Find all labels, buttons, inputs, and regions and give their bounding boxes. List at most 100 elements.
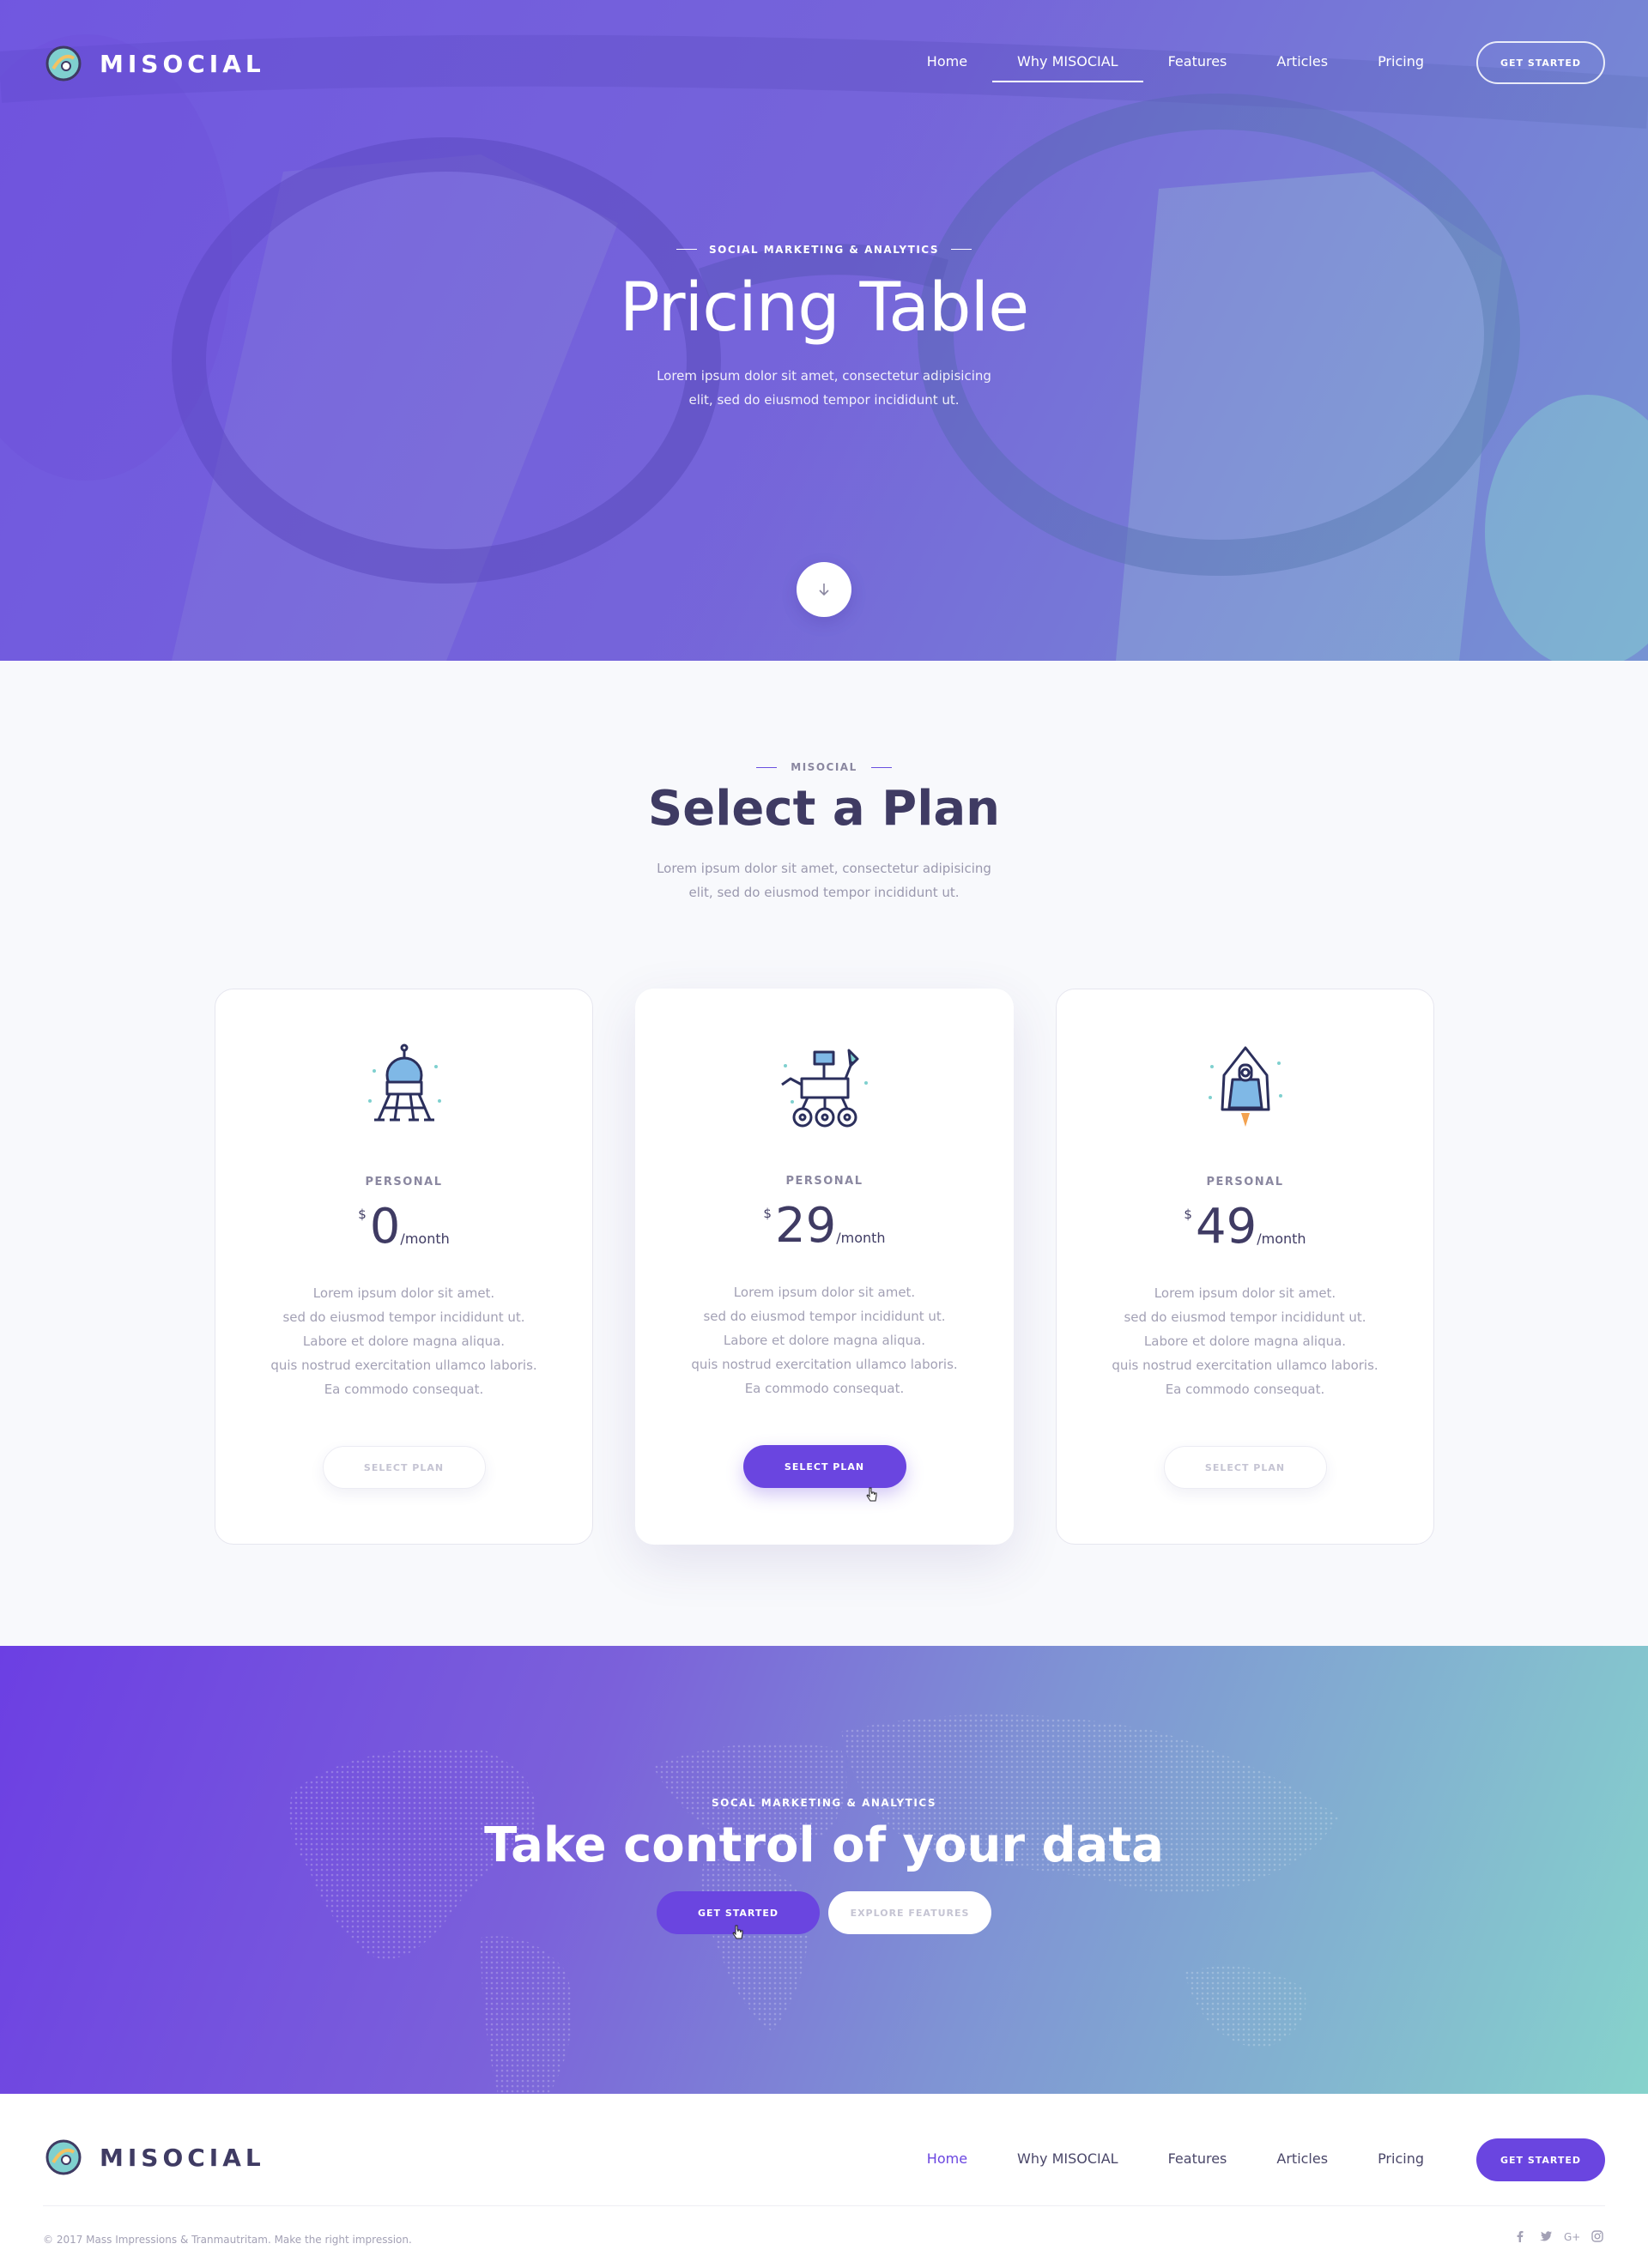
hero-section: MISOCIAL Home Why MISOCIAL Features Arti… bbox=[0, 0, 1648, 661]
plan-name: PERSONAL bbox=[785, 1175, 863, 1188]
plan-feature: quis nostrud exercitation ullamco labori… bbox=[270, 1358, 537, 1373]
brand-logo[interactable]: MISOCIAL bbox=[43, 43, 265, 84]
footer-menu: Home Why MISOCIAL Features Articles Pric… bbox=[901, 2149, 1449, 2180]
nav-features[interactable]: Features bbox=[1143, 51, 1252, 82]
nav-why-misocial[interactable]: Why MISOCIAL bbox=[992, 51, 1143, 82]
plan-feature: sed do eiusmod tempor incididunt ut. bbox=[282, 1309, 525, 1325]
price-currency: $ bbox=[1184, 1207, 1192, 1222]
google-plus-icon[interactable]: G+ bbox=[1564, 2229, 1579, 2244]
plan-name: PERSONAL bbox=[365, 1176, 443, 1188]
pricing-subtitle-line-1: Lorem ipsum dolor sit amet, consectetur … bbox=[657, 861, 991, 876]
card-icon-wrap bbox=[215, 1041, 592, 1135]
cta-buttons: GET STARTED EXPLORE FEATURES bbox=[0, 1891, 1648, 1934]
pricing-eyebrow-text: MISOCIAL bbox=[791, 761, 857, 773]
plan-price: $ 49 /month bbox=[1057, 1200, 1433, 1255]
scroll-down-button[interactable] bbox=[797, 562, 851, 617]
pricing-subtitle: Lorem ipsum dolor sit amet, consectetur … bbox=[0, 856, 1648, 904]
pricing-title: Select a Plan bbox=[647, 781, 1001, 837]
plan-price: $ 0 /month bbox=[215, 1200, 592, 1255]
cta-eyebrow: SOCAL MARKETING & ANALYTICS bbox=[712, 1797, 936, 1809]
footer-nav-home[interactable]: Home bbox=[901, 2149, 993, 2180]
plan-feature: Labore et dolore magna aliqua. bbox=[1143, 1334, 1347, 1349]
hero-eyebrow: SOCIAL MARKETING & ANALYTICS bbox=[676, 244, 972, 256]
hero-eyebrow-text: SOCIAL MARKETING & ANALYTICS bbox=[709, 243, 939, 256]
plan-features: Lorem ipsum dolor sit amet. sed do eiusm… bbox=[215, 1281, 592, 1401]
plan-feature: Ea commodo consequat. bbox=[744, 1381, 905, 1396]
copyright-text: © 2017 Mass Impressions & Tranmautritam.… bbox=[43, 2234, 412, 2246]
svg-text:G+: G+ bbox=[1564, 2231, 1579, 2241]
brand-logo-icon bbox=[45, 2139, 82, 2175]
main-menu: Home Why MISOCIAL Features Articles Pric… bbox=[902, 51, 1449, 82]
footer: MISOCIAL Home Why MISOCIAL Features Arti… bbox=[0, 2094, 1648, 2268]
footer-nav-pricing[interactable]: Pricing bbox=[1353, 2149, 1449, 2180]
top-navigation: MISOCIAL Home Why MISOCIAL Features Arti… bbox=[0, 0, 1648, 125]
pricing-eyebrow: MISOCIAL bbox=[0, 761, 1648, 773]
price-currency: $ bbox=[358, 1207, 367, 1222]
plan-feature: quis nostrud exercitation ullamco labori… bbox=[691, 1357, 958, 1372]
plan-feature: Ea commodo consequat. bbox=[1165, 1382, 1325, 1397]
arrow-down-icon bbox=[819, 584, 829, 596]
price-period: /month bbox=[400, 1231, 450, 1247]
page-title: Pricing Table bbox=[619, 269, 1029, 347]
plan-price: $ 29 /month bbox=[635, 1199, 1014, 1254]
get-started-button[interactable]: GET STARTED bbox=[1476, 41, 1605, 84]
twitter-icon[interactable] bbox=[1538, 2229, 1554, 2244]
plan-feature: Ea commodo consequat. bbox=[324, 1382, 484, 1397]
card-icon-wrap bbox=[1057, 1041, 1433, 1135]
eyebrow-dash-left bbox=[756, 767, 778, 768]
nav-articles[interactable]: Articles bbox=[1251, 51, 1353, 82]
instagram-icon[interactable] bbox=[1590, 2229, 1605, 2244]
hero-subtitle: Lorem ipsum dolor sit amet, consectetur … bbox=[0, 364, 1648, 412]
pricing-card-pro: PERSONAL $ 49 /month Lorem ipsum dolor s… bbox=[1056, 989, 1434, 1545]
plan-features: Lorem ipsum dolor sit amet. sed do eiusm… bbox=[1057, 1281, 1433, 1401]
footer-divider bbox=[43, 2205, 1605, 2206]
explore-features-button[interactable]: EXPLORE FEATURES bbox=[828, 1891, 991, 1934]
price-period: /month bbox=[1257, 1231, 1306, 1247]
eyebrow-dash-left bbox=[676, 249, 698, 250]
plan-feature: Lorem ipsum dolor sit amet. bbox=[733, 1285, 916, 1300]
footer-nav-features[interactable]: Features bbox=[1143, 2149, 1252, 2180]
footer-nav-why-misocial[interactable]: Why MISOCIAL bbox=[992, 2149, 1143, 2180]
plan-feature: Lorem ipsum dolor sit amet. bbox=[1154, 1285, 1336, 1301]
hero-eyebrow-row: SOCIAL MARKETING & ANALYTICS bbox=[0, 237, 1648, 256]
select-plan-button[interactable]: SELECT PLAN bbox=[1163, 1446, 1327, 1489]
mars-rover-icon bbox=[780, 1049, 868, 1128]
footer-get-started-button[interactable]: GET STARTED bbox=[1476, 2138, 1605, 2181]
price-currency: $ bbox=[763, 1206, 772, 1221]
eyebrow-dash-right bbox=[950, 249, 972, 250]
cta-section: SOCAL MARKETING & ANALYTICS Take control… bbox=[0, 1646, 1648, 2094]
pricing-card-free: PERSONAL $ 0 /month Lorem ipsum dolor si… bbox=[215, 989, 593, 1545]
plan-features: Lorem ipsum dolor sit amet. sed do eiusm… bbox=[635, 1280, 1014, 1400]
nav-home[interactable]: Home bbox=[902, 51, 992, 82]
plan-feature: Labore et dolore magna aliqua. bbox=[723, 1333, 926, 1348]
hand-cursor-icon bbox=[732, 1925, 743, 1939]
plan-feature: quis nostrud exercitation ullamco labori… bbox=[1112, 1358, 1378, 1373]
select-plan-button[interactable]: SELECT PLAN bbox=[742, 1445, 906, 1488]
price-amount: 49 bbox=[1195, 1199, 1257, 1255]
plan-feature: Labore et dolore magna aliqua. bbox=[302, 1334, 506, 1349]
plan-feature: sed do eiusmod tempor incididunt ut. bbox=[1124, 1309, 1366, 1325]
price-period: /month bbox=[836, 1230, 886, 1246]
facebook-icon[interactable] bbox=[1512, 2229, 1528, 2244]
hero-subtitle-line-1: Lorem ipsum dolor sit amet, consectetur … bbox=[657, 368, 991, 384]
hero-subtitle-line-2: elit, sed do eiusmod tempor incididunt u… bbox=[688, 392, 960, 408]
social-links: G+ bbox=[1512, 2229, 1605, 2244]
plan-feature: Lorem ipsum dolor sit amet. bbox=[312, 1285, 495, 1301]
brand-name: MISOCIAL bbox=[100, 2143, 265, 2172]
footer-brand-logo[interactable]: MISOCIAL bbox=[43, 2137, 265, 2178]
lunar-lander-icon bbox=[367, 1043, 441, 1122]
price-amount: 29 bbox=[774, 1198, 837, 1254]
space-capsule-icon bbox=[1208, 1046, 1282, 1127]
price-amount: 0 bbox=[369, 1199, 401, 1255]
pricing-subtitle-line-2: elit, sed do eiusmod tempor incididunt u… bbox=[688, 885, 960, 900]
brand-logo-icon bbox=[45, 45, 82, 82]
pricing-section: MISOCIAL Select a Plan Lorem ipsum dolor… bbox=[0, 661, 1648, 1646]
brand-name: MISOCIAL bbox=[100, 49, 265, 78]
nav-pricing[interactable]: Pricing bbox=[1353, 51, 1449, 82]
plan-name: PERSONAL bbox=[1206, 1176, 1284, 1188]
footer-nav-articles[interactable]: Articles bbox=[1251, 2149, 1353, 2180]
pricing-card-featured: PERSONAL $ 29 /month Lorem ipsum dolor s… bbox=[635, 989, 1014, 1545]
select-plan-button[interactable]: SELECT PLAN bbox=[322, 1446, 486, 1489]
card-icon-wrap bbox=[635, 1040, 1014, 1134]
cta-title: Take control of your data bbox=[484, 1817, 1164, 1873]
